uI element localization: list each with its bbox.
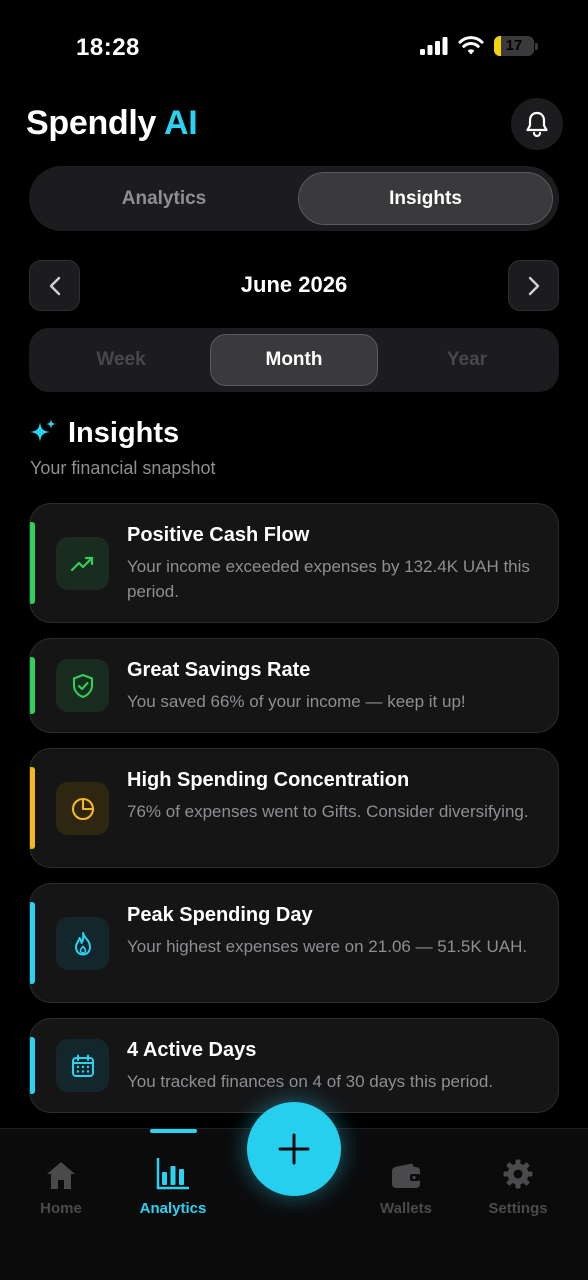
insight-description: Your income exceeded expenses by 132.4K …: [127, 557, 530, 601]
period-label: June 2026: [240, 272, 348, 297]
app-title: Spendly AI: [26, 104, 198, 143]
bell-icon: [526, 111, 548, 138]
section-subtitle: Your financial snapshot: [30, 458, 216, 478]
pie-chart-icon: [56, 782, 109, 835]
insight-card-active-days[interactable]: 4 Active Days You tracked finances on 4 …: [29, 1018, 559, 1113]
chevron-right-icon: [528, 276, 539, 295]
brand-name: Spendly: [26, 104, 157, 142]
trending-up-icon: [56, 537, 109, 590]
view-switcher: Analytics Insights: [29, 166, 559, 231]
nav-settings-label: Settings: [488, 1200, 548, 1217]
insight-description: You tracked finances on 4 of 30 days thi…: [127, 1072, 494, 1091]
bar-chart-icon: [156, 1158, 189, 1190]
home-icon: [47, 1162, 75, 1189]
plus-icon: [278, 1133, 310, 1165]
insight-title: Great Savings Rate: [127, 659, 311, 681]
insight-card-concentration[interactable]: High Spending Concentration 76% of expen…: [29, 748, 559, 868]
status-bar: 18:28 17: [0, 0, 588, 90]
period-month[interactable]: Month: [210, 334, 378, 386]
sparkles-icon: [30, 419, 56, 442]
tab-insights[interactable]: Insights: [298, 172, 553, 225]
signal-icon: [420, 37, 448, 55]
wallet-icon: [392, 1163, 420, 1188]
calendar-icon: [56, 1039, 109, 1092]
insight-title: Positive Cash Flow: [127, 524, 310, 546]
insight-description: You saved 66% of your income — keep it u…: [127, 692, 466, 711]
status-icons: 17: [420, 36, 538, 56]
insight-description: 76% of expenses went to Gifts. Consider …: [127, 802, 529, 821]
nav-wallets-label: Wallets: [380, 1200, 432, 1217]
nav-analytics-label: Analytics: [139, 1200, 207, 1217]
nav-analytics[interactable]: Analytics: [123, 1156, 223, 1217]
nav-wallets[interactable]: Wallets: [356, 1156, 456, 1217]
status-time: 18:28: [76, 34, 140, 61]
battery-level: 17: [505, 37, 523, 54]
gear-icon: [503, 1159, 533, 1189]
insight-card-peak-day[interactable]: Peak Spending Day Your highest expenses …: [29, 883, 559, 1003]
insight-card-cash-flow[interactable]: Positive Cash Flow Your income exceeded …: [29, 503, 559, 623]
active-tab-indicator: [150, 1129, 197, 1133]
flame-icon: [56, 917, 109, 970]
nav-home-label: Home: [40, 1200, 82, 1217]
insight-title: High Spending Concentration: [127, 769, 410, 791]
previous-period-button[interactable]: [29, 260, 80, 311]
next-period-button[interactable]: [508, 260, 559, 311]
tab-analytics[interactable]: Analytics: [35, 172, 293, 225]
period-switcher: Week Month Year: [29, 328, 559, 392]
insight-description: Your highest expenses were on 21.06 — 51…: [127, 937, 528, 956]
wifi-icon: [458, 36, 484, 55]
nav-settings[interactable]: Settings: [468, 1156, 568, 1217]
insight-title: Peak Spending Day: [127, 904, 313, 926]
brand-accent: AI: [164, 104, 198, 142]
insight-card-savings[interactable]: Great Savings Rate You saved 66% of your…: [29, 638, 559, 733]
chevron-left-icon: [49, 276, 60, 295]
section-title: Insights: [68, 417, 180, 449]
shield-check-icon: [56, 659, 109, 712]
notifications-button[interactable]: [511, 98, 563, 150]
battery-icon: 17: [494, 36, 534, 56]
period-week[interactable]: Week: [35, 334, 207, 386]
add-transaction-button[interactable]: [247, 1102, 341, 1196]
nav-home[interactable]: Home: [11, 1156, 111, 1217]
period-year[interactable]: Year: [381, 334, 553, 386]
insight-title: 4 Active Days: [127, 1039, 257, 1061]
